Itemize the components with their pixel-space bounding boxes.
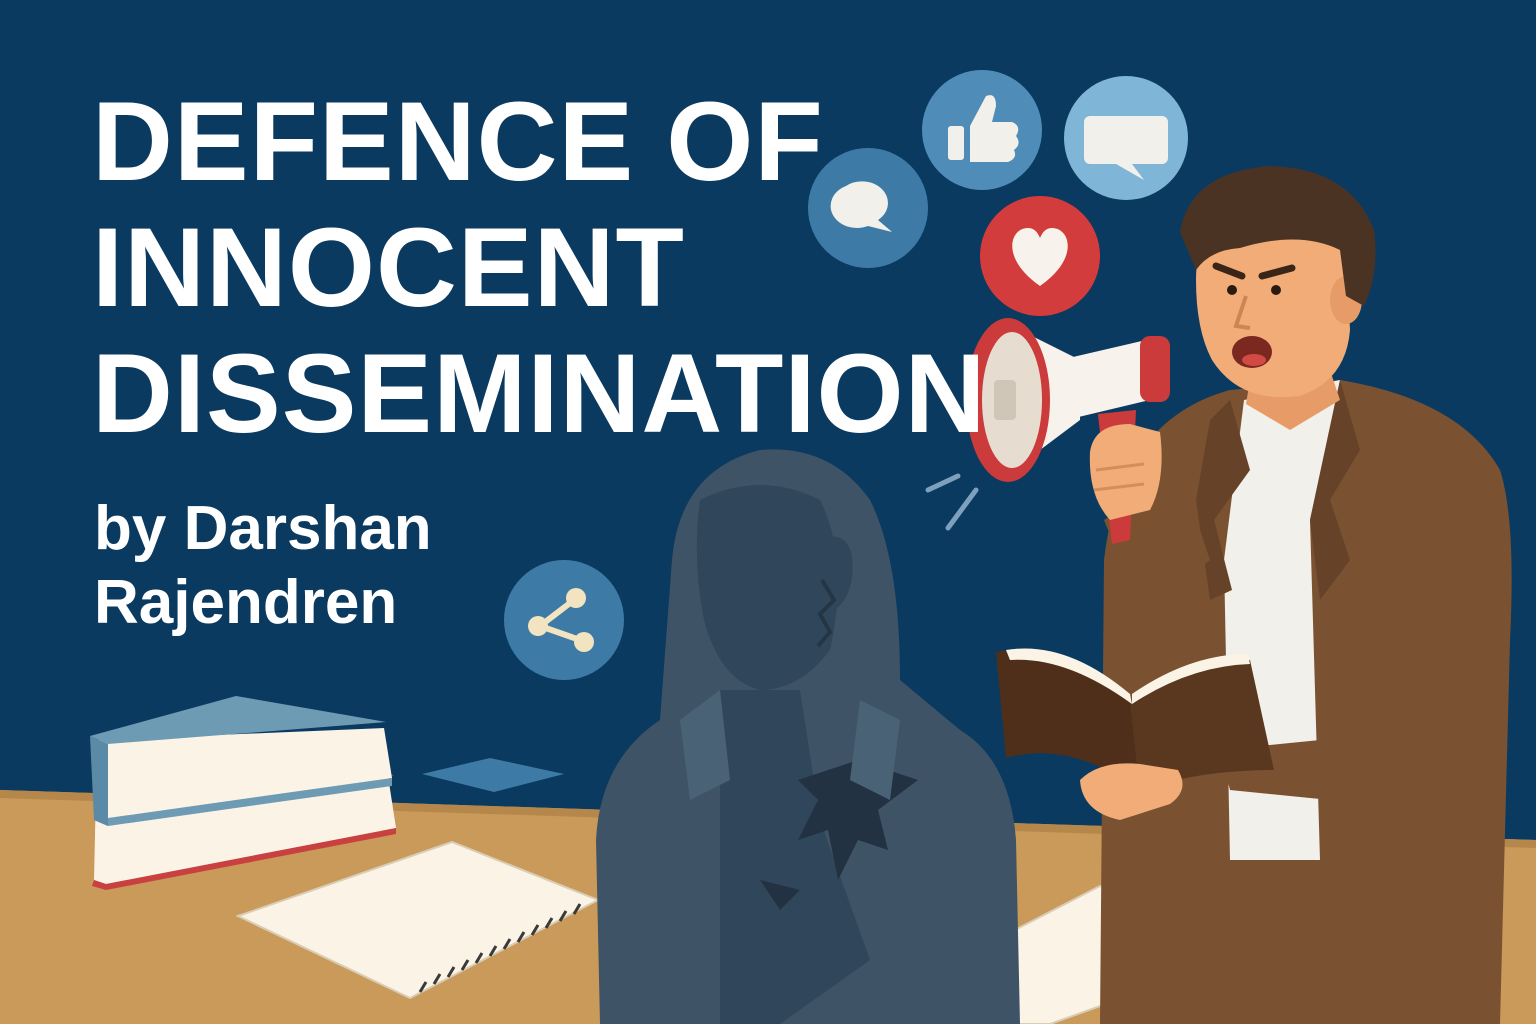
speech-bubble-icon: [808, 148, 928, 268]
illustration: DEFENCE OF INNOCENT DISSEMINATION by Dar…: [0, 0, 1536, 1024]
byline-line-1: by Darshan: [94, 494, 432, 563]
share-icon: [504, 560, 624, 680]
title-line-1: DEFENCE OF: [92, 79, 824, 204]
chat-icon: [1064, 76, 1188, 200]
thumbs-up-icon: [922, 70, 1042, 190]
byline-line-2: Rajendren: [94, 568, 398, 637]
title-line-3: DISSEMINATION: [92, 331, 987, 456]
heart-icon: [980, 196, 1100, 316]
title-line-2: INNOCENT: [92, 205, 685, 330]
